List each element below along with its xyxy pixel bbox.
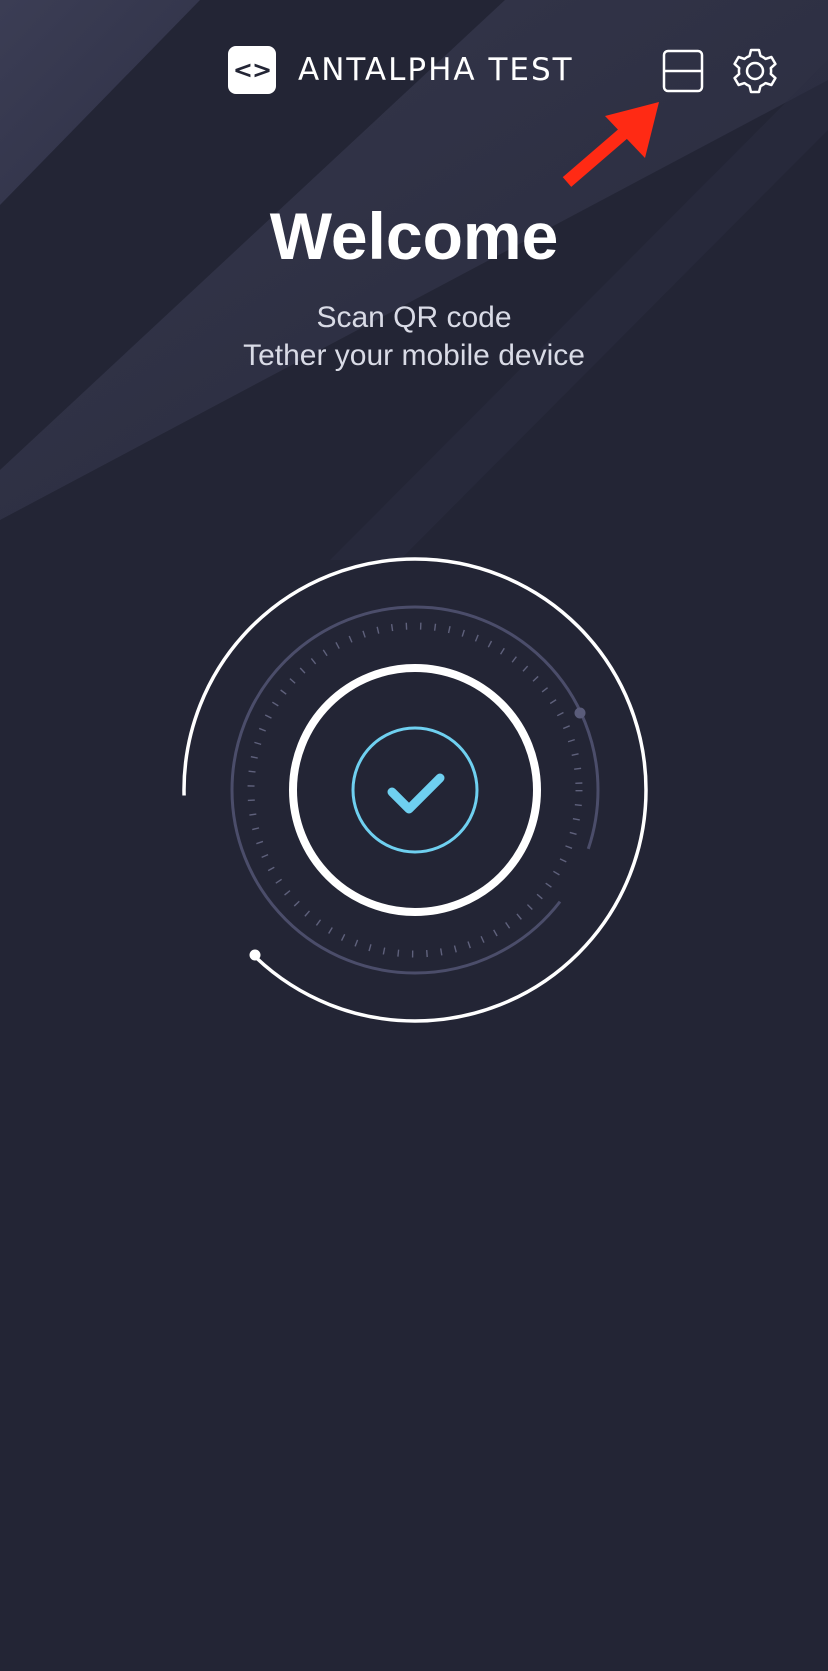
app-screen: <> ANTALPHA TEST Welcome Scan QR code Te… <box>0 0 828 1671</box>
middle-ring-dot <box>574 707 586 719</box>
outer-ring-dot <box>249 949 261 961</box>
gear-icon <box>733 48 777 94</box>
subtitle-scan: Scan QR code <box>316 301 512 334</box>
logo-glyph: <> <box>232 56 272 84</box>
checkmark-icon <box>387 773 445 814</box>
status-dial <box>182 557 648 1023</box>
brand-name: ANTALPHA TEST <box>298 52 574 88</box>
page-title: Welcome <box>269 199 559 273</box>
settings-button[interactable] <box>730 46 780 96</box>
scan-qr-icon <box>662 49 704 93</box>
subtitle-tether: Tether your mobile device <box>243 339 585 372</box>
scan-qr-button[interactable] <box>660 48 706 94</box>
check-circle <box>351 726 479 854</box>
tick-ring <box>247 622 583 958</box>
app-logo: <> <box>228 46 276 94</box>
inner-ring <box>289 664 541 916</box>
middle-ring <box>230 605 600 975</box>
annotation-arrow <box>562 102 659 187</box>
